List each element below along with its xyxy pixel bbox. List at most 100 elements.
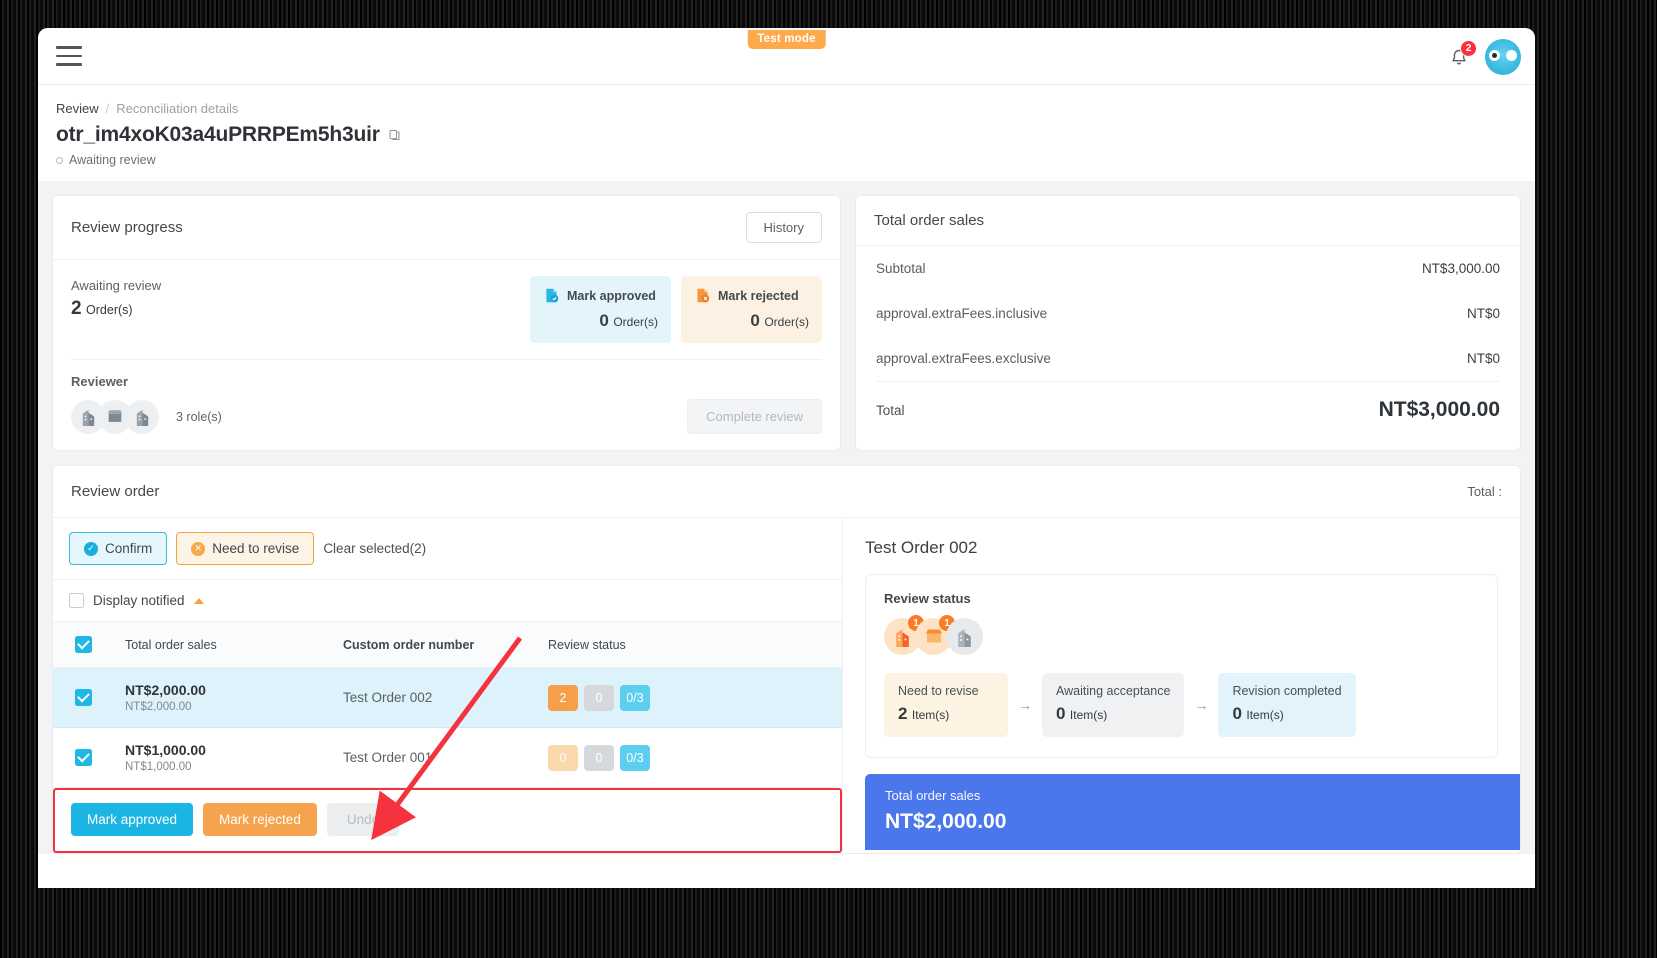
mark-rejected-label: Mark rejected <box>718 288 799 303</box>
mark-rejected-tile[interactable]: Mark rejected 0 Order(s) <box>681 276 822 343</box>
order-total-panel: Total order sales NT$2,000.00 <box>865 774 1520 850</box>
row-order-number-cell: Test Order 002 <box>343 667 548 728</box>
row-amount: NT$2,000.00 <box>125 682 206 698</box>
desktop-background: Test mode 2 Review / Reconciliation deta… <box>0 0 1657 958</box>
step-revision-completed: Revision completed 0 Item(s) <box>1218 673 1356 737</box>
sales-total-row: Total NT$3,000.00 <box>856 382 1520 440</box>
row-status-pills: 0 0 0/3 <box>548 744 842 771</box>
reviewer-avatar-group: 3 role(s) <box>71 399 222 434</box>
status-pill-progress: 0/3 <box>620 684 650 711</box>
sales-row-label: approval.extraFees.exclusive <box>876 351 1051 366</box>
mark-approved-tile[interactable]: Mark approved 0 Order(s) <box>530 276 671 343</box>
review-order-table: Total order sales Custom order number Re… <box>53 621 842 788</box>
sort-ascending-icon[interactable] <box>193 597 204 604</box>
need-to-revise-label: Need to revise <box>212 541 300 556</box>
status-text: Awaiting review <box>69 153 156 167</box>
awaiting-review-number: 2 <box>71 298 82 319</box>
avatar <box>946 618 983 655</box>
order-detail-pane: Test Order 002 Review status 1 1 Need to… <box>843 518 1520 853</box>
clear-selected-link[interactable]: Clear selected(2) <box>323 541 426 556</box>
status-pill-progress: 0/3 <box>620 744 650 771</box>
need-to-revise-button[interactable]: ✕ Need to revise <box>176 532 315 565</box>
sales-row-label: Subtotal <box>876 261 926 276</box>
total-order-sales-header: Total order sales <box>856 196 1520 246</box>
cross-circle-icon: ✕ <box>191 541 206 556</box>
row-amount-cell: NT$1,000.00 NT$1,000.00 <box>125 727 343 788</box>
review-order-title: Review order <box>71 483 160 500</box>
table-row[interactable]: NT$1,000.00 NT$1,000.00 Test Order 001 0 <box>53 727 842 788</box>
review-status-card: Review status 1 1 Need to revise 2 Item(… <box>865 574 1498 758</box>
review-order-header: Review order Total : <box>53 466 1520 518</box>
mark-rejected-button[interactable]: Mark rejected <box>203 803 317 836</box>
display-notified-label: Display notified <box>93 593 185 608</box>
review-progress-header: Review progress History <box>53 196 840 260</box>
order-total-label: Total order sales <box>885 788 981 803</box>
mark-rejected-unit: Order(s) <box>764 315 809 329</box>
table-header: Total order sales Custom order number Re… <box>53 621 842 668</box>
confirm-button[interactable]: ✓ Confirm <box>69 532 168 565</box>
undo-button[interactable]: Undo <box>326 803 400 836</box>
sales-row: approval.extraFees.inclusive NT$0 <box>856 291 1520 336</box>
notification-bell-button[interactable]: 2 <box>1447 39 1477 70</box>
review-progress-card: Review progress History Awaiting review … <box>52 195 841 451</box>
step-unit: Item(s) <box>911 708 950 722</box>
sales-row-value: NT$0 <box>1466 306 1500 321</box>
row-checkbox[interactable] <box>75 749 92 766</box>
step-unit: Item(s) <box>1069 708 1108 722</box>
row-order-number: Test Order 001 <box>343 749 433 765</box>
breadcrumb: Review / Reconciliation details <box>56 101 1535 116</box>
reviewer-roles-count: 3 role(s) <box>176 409 222 424</box>
storefront-icon <box>925 629 942 643</box>
status-pill-revise: 0 <box>548 744 578 771</box>
top-bar-right: 2 <box>1447 28 1521 85</box>
reviewer-row: 3 role(s) Complete review <box>71 399 822 434</box>
display-notified-checkbox[interactable] <box>69 593 84 608</box>
mark-approved-button[interactable]: Mark approved <box>71 803 194 836</box>
mark-approved-count-row: 0 Order(s) <box>543 311 658 331</box>
total-order-sales-card: Total order sales Subtotal NT$3,000.00 a… <box>855 195 1521 451</box>
review-order-toolbar: ✓ Confirm ✕ Need to revise Clear selecte… <box>53 518 842 579</box>
table-row[interactable]: NT$2,000.00 NT$2,000.00 Test Order 002 2 <box>53 667 842 728</box>
sales-row: approval.extraFees.exclusive NT$0 <box>856 336 1520 381</box>
step-count-row: 2 Item(s) <box>898 704 994 724</box>
building-icon <box>136 409 148 426</box>
step-unit: Item(s) <box>1246 708 1284 722</box>
building-icon <box>82 409 94 426</box>
row-amount: NT$1,000.00 <box>125 742 206 758</box>
row-review-status-cell: 2 0 0/3 <box>548 667 842 728</box>
complete-review-button[interactable]: Complete review <box>687 399 822 434</box>
mark-approved-count: 0 <box>599 311 609 330</box>
display-notified-row: Display notified <box>53 580 842 621</box>
step-need-to-revise: Need to revise 2 Item(s) <box>884 673 1008 737</box>
sales-row-value: NT$0 <box>1466 351 1500 366</box>
content-canvas: Review progress History Awaiting review … <box>38 181 1535 854</box>
sales-total-label: Total <box>876 402 905 418</box>
step-count: 2 <box>898 704 908 723</box>
status-pill-awaiting: 0 <box>584 684 614 711</box>
hamburger-icon[interactable] <box>56 46 82 66</box>
row-checkbox[interactable] <box>75 689 92 706</box>
notification-badge: 2 <box>1460 39 1477 57</box>
history-button[interactable]: History <box>745 212 822 243</box>
step-awaiting-acceptance: Awaiting acceptance 0 Item(s) <box>1042 673 1185 737</box>
select-all-checkbox[interactable] <box>75 636 92 653</box>
breadcrumb-root[interactable]: Review <box>56 101 99 116</box>
top-bar: Test mode 2 <box>38 28 1535 85</box>
row-amount-sub: NT$1,000.00 <box>125 761 192 773</box>
step-count-row: 0 Item(s) <box>1232 704 1341 724</box>
review-progress-body: Awaiting review 2 Order(s) Mark approved… <box>53 260 840 343</box>
review-order-body: ✓ Confirm ✕ Need to revise Clear selecte… <box>53 518 1520 853</box>
row-order-number: Test Order 002 <box>343 689 433 705</box>
breadcrumb-current: Reconciliation details <box>116 101 239 116</box>
mark-rejected-count-row: 0 Order(s) <box>694 311 809 331</box>
user-avatar[interactable] <box>1485 38 1521 75</box>
row-order-number-cell: Test Order 001 <box>343 727 548 788</box>
review-status-steps: Need to revise 2 Item(s) → Awaiting acce… <box>884 673 1479 737</box>
test-mode-badge: Test mode <box>747 30 826 49</box>
check-circle-icon: ✓ <box>84 541 98 556</box>
awaiting-review-unit: Order(s) <box>86 303 133 317</box>
copy-icon[interactable] <box>388 128 401 142</box>
approved-doc-icon <box>546 288 559 303</box>
order-detail-title: Test Order 002 <box>865 538 978 557</box>
mark-approved-tile-top: Mark approved <box>543 287 658 304</box>
